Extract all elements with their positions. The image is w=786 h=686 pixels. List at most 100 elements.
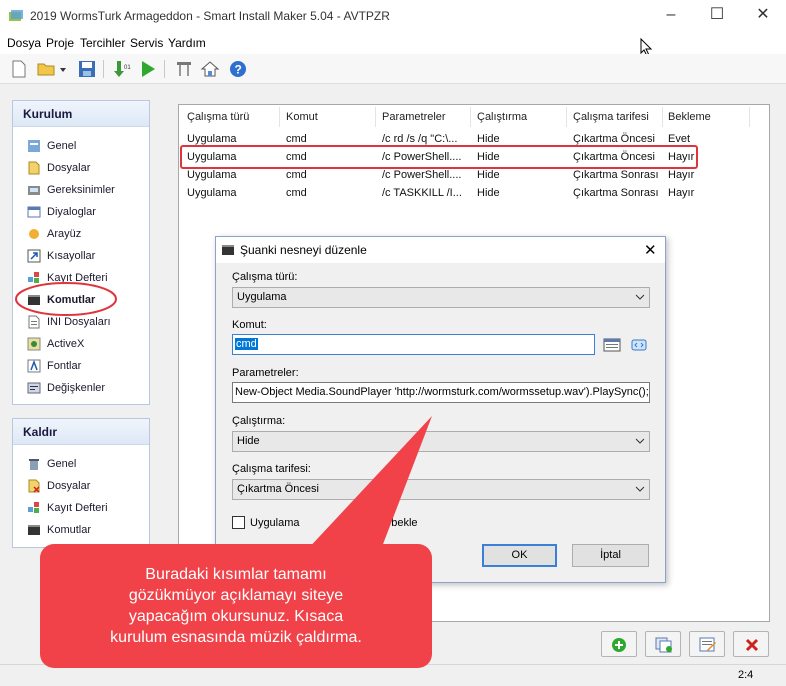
console-icon — [28, 525, 40, 535]
sidebar-item-arayuz[interactable]: Arayüz — [13, 223, 149, 245]
callout-line: gözükmüyor açıklamayı siteye — [128, 587, 344, 604]
table-cell: Hayır — [668, 187, 695, 199]
command-label: Komut: — [232, 319, 267, 331]
cancel-button[interactable]: İptal — [572, 544, 649, 567]
sidebar-item-gereksinimler[interactable]: Gereksinimler — [13, 179, 149, 201]
uninstall-item-genel[interactable]: Genel — [13, 453, 149, 475]
trash-icon — [29, 459, 39, 470]
add-button[interactable] — [601, 631, 637, 657]
table-cell: Uygulama — [187, 187, 237, 199]
column-separator — [279, 107, 280, 127]
table-cell: /c PowerShell.... — [382, 169, 462, 181]
dialogs-icon — [27, 206, 41, 218]
table-row[interactable]: Uygulama cmd /c PowerShell.... Hide Çıka… — [179, 167, 769, 185]
sidebar-item-kisayollar[interactable]: Kısayollar — [13, 245, 149, 267]
chevron-down-icon — [635, 438, 645, 444]
delete-button[interactable] — [733, 631, 769, 657]
wait-checkbox[interactable] — [232, 516, 245, 529]
column-separator — [662, 107, 663, 127]
callout-pointer — [305, 416, 432, 552]
menu-dosya[interactable]: Dosya — [7, 36, 41, 50]
sidebar-item-label: Gereksinimler — [47, 184, 115, 196]
build-icon[interactable]: 01 — [111, 59, 131, 79]
column-header-type[interactable]: Çalışma türü — [187, 111, 249, 123]
sidebar-item-label: Fontlar — [47, 360, 82, 372]
column-header-wait[interactable]: Bekleme — [668, 111, 711, 123]
edit-button[interactable] — [689, 631, 725, 657]
sidebar-item-degiskenler[interactable]: Değişkenler — [13, 377, 149, 399]
dialog-title-bar: Şuanki nesneyi düzenle ✕ — [216, 237, 665, 263]
new-file-icon[interactable] — [9, 59, 29, 79]
home-icon[interactable] — [200, 59, 220, 79]
open-folder-icon[interactable] — [36, 59, 56, 79]
type-select[interactable]: Uygulama — [232, 287, 650, 308]
toolbar-separator — [164, 60, 165, 78]
menu-tercihler[interactable]: Tercihler — [80, 36, 125, 50]
table-row[interactable]: Uygulama cmd /c TASKKILL /I... Hide Çıka… — [179, 185, 769, 203]
interface-icon — [29, 229, 39, 239]
ok-button[interactable]: OK — [482, 544, 557, 567]
copy-button[interactable] — [645, 631, 681, 657]
menu-yardim[interactable]: Yardım — [168, 36, 206, 50]
browse-list-icon[interactable] — [603, 337, 621, 353]
ini-file-icon — [28, 315, 40, 329]
column-header-parameters[interactable]: Parametreler — [382, 111, 446, 123]
requirements-icon — [28, 186, 40, 195]
close-window-button[interactable]: ✕ — [740, 0, 786, 32]
sidebar-item-activex[interactable]: ActiveX — [13, 333, 149, 355]
row-highlight-box — [180, 145, 698, 169]
parameters-input[interactable]: New-Object Media.SoundPlayer 'http://wor… — [232, 382, 650, 403]
sidebar-item-dosyalar[interactable]: Dosyalar — [13, 157, 149, 179]
menu-proje[interactable]: Proje — [46, 36, 74, 50]
sidebar-item-label: Kayıt Defteri — [47, 502, 108, 514]
table-cell: Çıkartma Öncesi — [573, 133, 655, 145]
uninstall-item-kayit-defteri[interactable]: Kayıt Defteri — [13, 497, 149, 519]
callout-annotation: Buradaki kısımlar tamamı gözükmüyor açık… — [40, 544, 432, 668]
run-icon[interactable] — [138, 59, 158, 79]
column-header-command[interactable]: Komut — [286, 111, 318, 123]
dialog-close-icon[interactable]: ✕ — [644, 241, 657, 259]
table-cell: Evet — [668, 133, 691, 145]
table-cell: cmd — [286, 187, 307, 199]
type-select-value: Uygulama — [237, 291, 287, 303]
copy-icon — [655, 637, 672, 653]
minimize-button[interactable]: – — [648, 0, 694, 32]
callout-line: Buradaki kısımlar tamamı — [145, 566, 327, 583]
command-input[interactable]: cmd — [232, 334, 595, 355]
sidebar-item-label: Arayüz — [47, 228, 82, 240]
files-icon — [28, 161, 40, 175]
command-input-value: cmd — [235, 338, 258, 350]
sidebar-item-fontlar[interactable]: Fontlar — [13, 355, 149, 377]
run-mode-select-value: Hide — [237, 435, 260, 447]
general-icon — [28, 140, 40, 152]
chevron-down-icon — [635, 294, 645, 300]
app-icon — [9, 10, 23, 21]
save-icon[interactable] — [77, 59, 97, 79]
table-cell: Çıkartma Sonrası — [573, 169, 659, 181]
column-header-run[interactable]: Çalıştırma — [477, 111, 527, 123]
files-delete-icon — [28, 479, 40, 493]
table-cell: Hide — [477, 169, 500, 181]
variables-icon — [27, 382, 41, 394]
uninstall-item-komutlar[interactable]: Komutlar — [13, 519, 149, 541]
add-icon — [612, 638, 626, 652]
maximize-button[interactable]: ☐ — [694, 0, 740, 32]
sidebar-item-diyaloglar[interactable]: Diyaloglar — [13, 201, 149, 223]
variable-insert-icon[interactable] — [630, 337, 648, 353]
cursor-position: 2:4 — [738, 669, 754, 681]
column-header-schedule[interactable]: Çalışma tarifesi — [573, 111, 649, 123]
sidebar-item-label: Genel — [47, 140, 77, 152]
toolbar: 01 ? — [0, 54, 786, 84]
help-icon[interactable]: ? — [228, 59, 248, 79]
sidebar-item-genel[interactable]: Genel — [13, 135, 149, 157]
menu-servis[interactable]: Servis — [130, 36, 163, 50]
svg-text:01: 01 — [124, 65, 131, 71]
sidebar-item-label: Dosyalar — [47, 162, 91, 174]
sidebar-install-panel: Kurulum Genel Dosyalar Gereksinimler Diy… — [12, 100, 150, 405]
open-dropdown-icon[interactable] — [58, 59, 68, 79]
uninstall-item-dosyalar[interactable]: Dosyalar — [13, 475, 149, 497]
settings-tools-icon[interactable] — [174, 59, 194, 79]
sidebar-item-label: Diyaloglar — [47, 206, 96, 218]
sidebar-item-label: Komutlar — [47, 524, 92, 536]
sidebar-uninstall-header: Kaldır — [13, 419, 149, 445]
